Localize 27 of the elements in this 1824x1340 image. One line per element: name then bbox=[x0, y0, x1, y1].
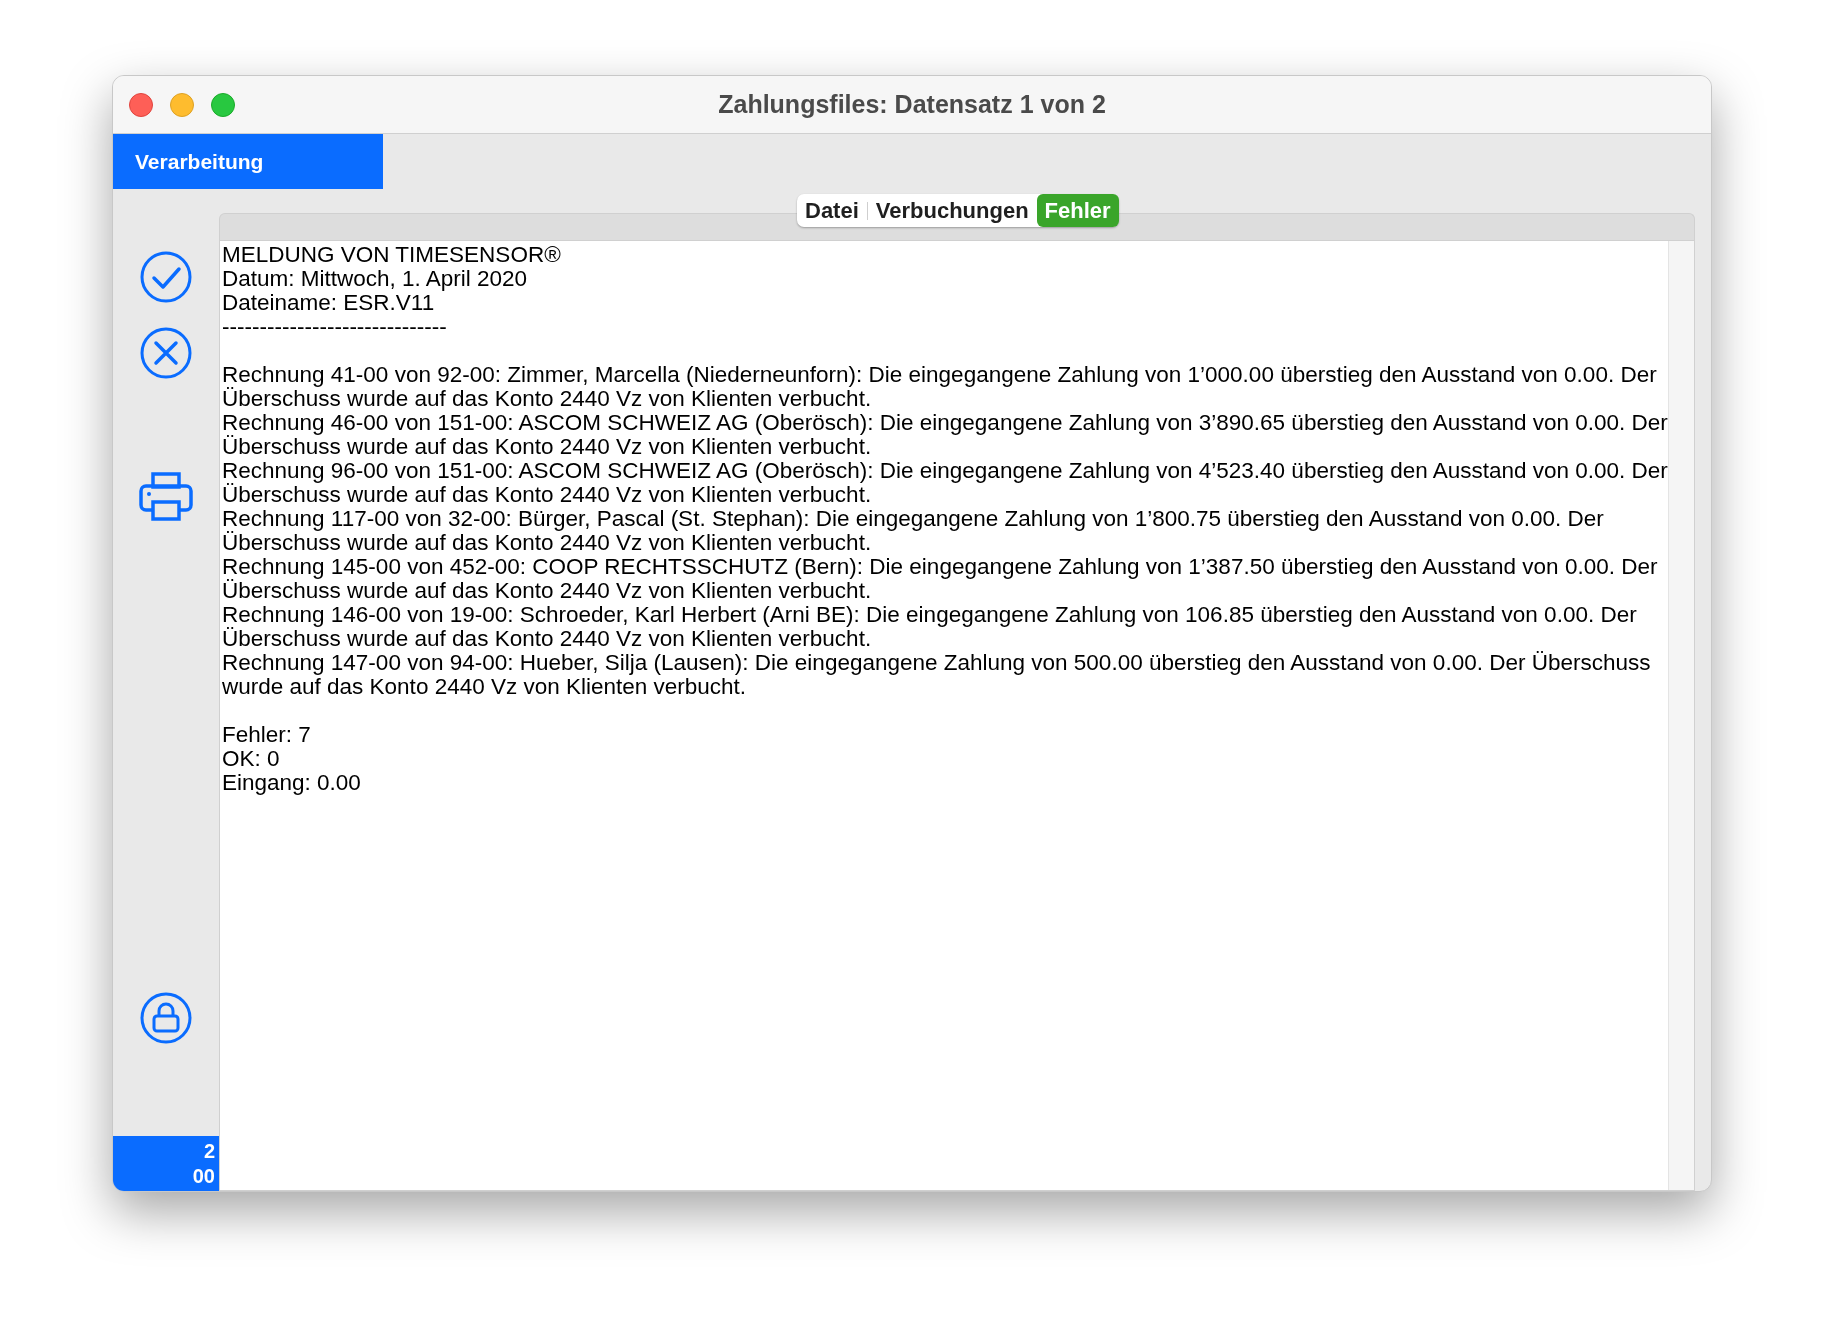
check-circle-icon[interactable] bbox=[140, 251, 192, 303]
summary-line: Eingang: 0.00 bbox=[222, 771, 362, 795]
window-title: Zahlungsfiles: Datensatz 1 von 2 bbox=[718, 88, 1106, 120]
error-message: Rechnung 117-00 von 32-00: Bürger, Pascal (St. Stephan): Die eingegangene Zahlung von 1’800.75 überstieg den Ausstand von 0.00. Der Überschuss wurde auf das Konto 2440 Vz von Klienten verbucht. bbox=[222, 507, 1605, 555]
error-message: Rechnung 46-00 von 151-00: ASCOM SCHWEIZ AG (Oberösch): Die eingegangene Zahlung von 3’890.65 überstieg den Ausstand von 0.00. Der Überschuss wurde auf das Konto 2440 Vz von Klienten verbucht. bbox=[222, 411, 1668, 459]
tab[interactable]: Verbuchungen bbox=[867, 194, 1037, 227]
error-message: Rechnung 145-00 von 452-00: COOP RECHTSSCHUTZ (Bern): Die eingegangene Zahlung von 1’387.50 überstieg den Ausstand von 0.00. Der Überschuss wurde auf das Konto 2440 Vz von Klienten verbucht. bbox=[222, 555, 1659, 603]
close-button[interactable] bbox=[129, 92, 153, 117]
error-message: Rechnung 147-00 von 94-00: Hueber, Silja (Lausen): Die eingegangene Zahlung von 500.00 überstieg den Ausstand von 0.00. Der Überschuss wurde auf das Konto 2440 Vz von Klienten verbucht. bbox=[222, 651, 1652, 699]
counter-text: 2 bbox=[203, 1138, 215, 1164]
report-line: MELDUNG VON TIMESENSOR® bbox=[222, 243, 562, 267]
report-line: Datum: Mittwoch, 1. April 2020 bbox=[222, 267, 529, 291]
report-line: Dateiname: ESR.V11 bbox=[222, 291, 435, 315]
cancel-circle-icon[interactable] bbox=[140, 327, 192, 379]
print-icon[interactable] bbox=[138, 471, 194, 523]
lock-circle-icon[interactable] bbox=[140, 992, 192, 1044]
tab[interactable]: Datei bbox=[797, 194, 867, 227]
summary-line: Fehler: 7 bbox=[222, 723, 312, 747]
error-message: Rechnung 146-00 von 19-00: Schroeder, Karl Herbert (Arni BE): Die eingegangene Zahlung von 106.85 überstieg den Ausstand von 0.00. Der Überschuss wurde auf das Konto 2440 Vz von Klienten verbucht. bbox=[222, 603, 1638, 651]
zoom-button[interactable] bbox=[211, 92, 235, 117]
error-message: Rechnung 41-00 von 92-00: Zimmer, Marcella (Niederneunforn): Die eingegangene Zahlung von 1’000.00 überstieg den Ausstand von 0.00. Der Überschuss wurde auf das Konto 2440 Vz von Klienten verbucht. bbox=[222, 363, 1658, 411]
section-header: Verarbeitung bbox=[113, 134, 383, 189]
report-line: ------------------------------ bbox=[222, 315, 448, 339]
error-message: Rechnung 96-00 von 151-00: ASCOM SCHWEIZ AG (Oberösch): Die eingegangene Zahlung von 4’523.40 überstieg den Ausstand von 0.00. Der Überschuss wurde auf das Konto 2440 Vz von Klienten verbucht. bbox=[222, 459, 1668, 507]
counter-text: 00 bbox=[192, 1163, 215, 1189]
summary-line: OK: 0 bbox=[222, 747, 281, 771]
minimize-button[interactable] bbox=[170, 92, 194, 117]
